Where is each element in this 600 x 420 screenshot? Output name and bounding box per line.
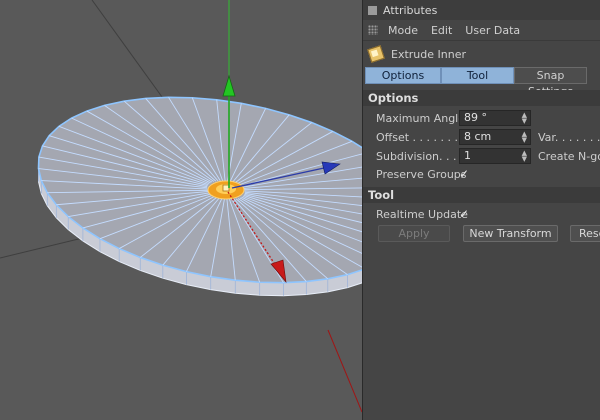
reset-values-button[interactable]: Reset Values [570,225,600,242]
panel-menubar: Mode Edit User Data [363,20,600,41]
maximum-angle-field[interactable]: 89 ° ▲ ▼ [459,110,531,126]
label-offset: Offset . . . . . . . [376,130,459,144]
spinner-arrows-icon[interactable]: ▲ ▼ [522,131,527,144]
disc-mesh[interactable] [0,0,362,420]
row-maximum-angle: Maximum Angle 89 ° ▲ ▼ [363,109,600,127]
spinner-arrows-icon[interactable]: ▲ ▼ [522,150,527,163]
panel-menu-square-icon[interactable] [368,5,377,15]
section-options[interactable]: Options [363,90,600,106]
panel-title: Attributes [383,3,438,17]
preserve-groups-checkbox[interactable]: ✓ [459,167,469,181]
menu-user-data[interactable]: User Data [465,24,520,37]
world-x-axis-line [327,329,362,413]
object-name: Extrude Inner [391,47,466,61]
label-var: Var. . . . . . . . . [538,130,600,144]
new-transform-button[interactable]: New Transform [463,225,558,242]
tab-bar: Options Tool Snap Settings [365,67,587,98]
subdivision-value: 1 [464,149,471,162]
grid-line [91,0,171,109]
panel-titlebar[interactable]: Attributes [363,0,600,21]
row-realtime-update: Realtime Update ✓ [363,205,600,223]
section-tool[interactable]: Tool [363,187,600,203]
menu-mode[interactable]: Mode [388,24,418,37]
label-create-ngons: Create N-gons [538,149,600,163]
realtime-update-checkbox[interactable]: ✓ [459,207,469,221]
tab-options[interactable]: Options [365,67,441,84]
label-realtime-update: Realtime Update [376,207,468,221]
offset-field[interactable]: 8 cm ▲ ▼ [459,129,531,145]
spinner-arrows-icon[interactable]: ▲ ▼ [522,112,527,125]
apply-button[interactable]: Apply [378,225,450,242]
offset-value: 8 cm [464,130,492,143]
tab-snap-settings[interactable]: Snap Settings [514,67,587,98]
row-offset: Offset . . . . . . . 8 cm ▲ ▼ Var. . . . … [363,128,600,146]
label-subdivision: Subdivision. . . . [376,149,464,163]
tab-tool[interactable]: Tool [441,67,514,84]
subdivision-field[interactable]: 1 ▲ ▼ [459,148,531,164]
extrude-inner-tool-icon [367,45,385,63]
disc-top [37,96,362,284]
menu-edit[interactable]: Edit [431,24,452,37]
grip-icon[interactable] [368,25,378,35]
row-preserve-groups: Preserve Groups ✓ [363,165,600,183]
viewport-3d[interactable] [0,0,362,420]
label-preserve-groups: Preserve Groups [376,167,467,181]
label-maximum-angle: Maximum Angle [376,111,465,125]
maximum-angle-value: 89 ° [464,111,487,124]
row-subdivision: Subdivision. . . . 1 ▲▼ Create N-gons [363,147,600,165]
attributes-panel: Attributes Mode Edit User Data Extrude I… [362,0,600,420]
object-header: Extrude Inner [363,44,600,64]
